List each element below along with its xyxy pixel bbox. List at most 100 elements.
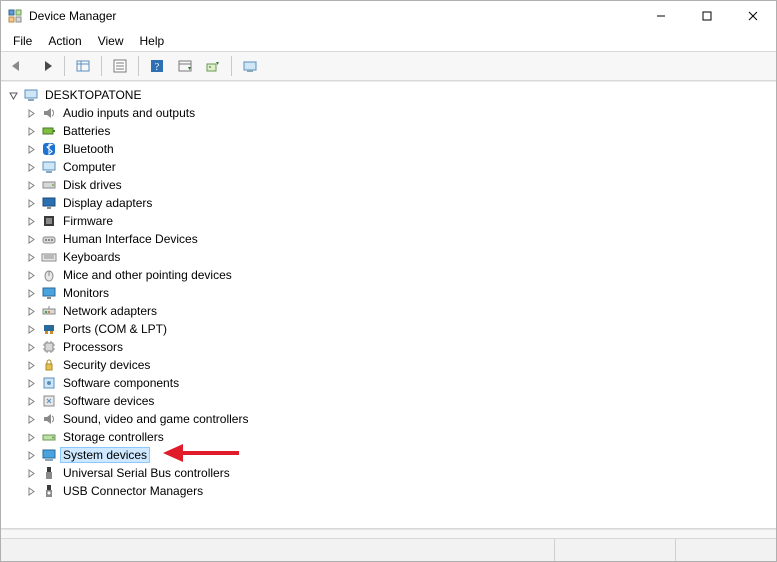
- disk-icon: [41, 177, 57, 193]
- menu-file[interactable]: File: [5, 32, 40, 50]
- expand-icon[interactable]: [25, 107, 37, 119]
- expand-icon[interactable]: [25, 449, 37, 461]
- device-tree: DESKTOPATONE Audio inputs and outputsBat…: [1, 84, 776, 502]
- tree-item[interactable]: Computer: [5, 158, 772, 176]
- expand-icon[interactable]: [25, 413, 37, 425]
- expand-icon[interactable]: [25, 179, 37, 191]
- softdev-icon: [41, 393, 57, 409]
- status-cell: [675, 539, 776, 561]
- scan-hardware-button[interactable]: [237, 53, 263, 79]
- tree-item-label: Processors: [61, 340, 125, 354]
- expand-icon[interactable]: [25, 197, 37, 209]
- help-button[interactable]: ?: [144, 53, 170, 79]
- toolbar-separator: [138, 56, 139, 76]
- monitor-icon: [41, 285, 57, 301]
- tree-item-label: Security devices: [61, 358, 152, 372]
- toolbar: ?: [1, 51, 776, 81]
- tree-item[interactable]: USB Connector Managers: [5, 482, 772, 500]
- security-icon: [41, 357, 57, 373]
- tree-item-label: Network adapters: [61, 304, 159, 318]
- expand-icon[interactable]: [25, 143, 37, 155]
- device-tree-pane[interactable]: DESKTOPATONE Audio inputs and outputsBat…: [1, 81, 776, 529]
- tree-item-label: System devices: [61, 448, 149, 462]
- status-bar: [1, 538, 776, 561]
- tree-item[interactable]: System devices: [5, 446, 772, 464]
- title-bar: Device Manager: [1, 1, 776, 31]
- computer-root-icon: [23, 87, 39, 103]
- usbconn-icon: [41, 483, 57, 499]
- collapse-icon[interactable]: [7, 89, 19, 101]
- expand-icon[interactable]: [25, 233, 37, 245]
- tree-item[interactable]: Software components: [5, 374, 772, 392]
- back-button[interactable]: [5, 53, 31, 79]
- usb-icon: [41, 465, 57, 481]
- tree-item-label: Storage controllers: [61, 430, 166, 444]
- tree-item[interactable]: Bluetooth: [5, 140, 772, 158]
- expand-icon[interactable]: [25, 431, 37, 443]
- tree-item[interactable]: Batteries: [5, 122, 772, 140]
- expand-icon[interactable]: [25, 125, 37, 137]
- tree-item[interactable]: Software devices: [5, 392, 772, 410]
- display-icon: [41, 195, 57, 211]
- tree-root-row[interactable]: DESKTOPATONE: [5, 86, 772, 104]
- tree-item[interactable]: Human Interface Devices: [5, 230, 772, 248]
- svg-text:?: ?: [155, 62, 160, 73]
- tree-item[interactable]: Firmware: [5, 212, 772, 230]
- tree-item-label: Firmware: [61, 214, 115, 228]
- toolbar-separator: [64, 56, 65, 76]
- network-icon: [41, 303, 57, 319]
- tree-item-label: Bluetooth: [61, 142, 116, 156]
- tree-item[interactable]: Processors: [5, 338, 772, 356]
- expand-icon[interactable]: [25, 215, 37, 227]
- close-button[interactable]: [730, 1, 776, 31]
- expand-icon[interactable]: [25, 161, 37, 173]
- update-driver-button[interactable]: [200, 53, 226, 79]
- tree-item-label: Universal Serial Bus controllers: [61, 466, 232, 480]
- cpu-icon: [41, 339, 57, 355]
- forward-button[interactable]: [33, 53, 59, 79]
- menu-view[interactable]: View: [90, 32, 132, 50]
- expand-icon[interactable]: [25, 287, 37, 299]
- maximize-button[interactable]: [684, 1, 730, 31]
- tree-item-label: Sound, video and game controllers: [61, 412, 250, 426]
- tree-item-label: Software devices: [61, 394, 156, 408]
- firmware-icon: [41, 213, 57, 229]
- expand-icon[interactable]: [25, 251, 37, 263]
- tree-item-label: Ports (COM & LPT): [61, 322, 169, 336]
- tree-item[interactable]: Disk drives: [5, 176, 772, 194]
- expand-icon[interactable]: [25, 467, 37, 479]
- tree-item[interactable]: Display adapters: [5, 194, 772, 212]
- tree-item-label: Human Interface Devices: [61, 232, 200, 246]
- tree-item[interactable]: Ports (COM & LPT): [5, 320, 772, 338]
- tree-item[interactable]: Sound, video and game controllers: [5, 410, 772, 428]
- action-button[interactable]: [172, 53, 198, 79]
- tree-item[interactable]: Network adapters: [5, 302, 772, 320]
- tree-item[interactable]: Universal Serial Bus controllers: [5, 464, 772, 482]
- expand-icon[interactable]: [25, 359, 37, 371]
- tree-item[interactable]: Storage controllers: [5, 428, 772, 446]
- expand-icon[interactable]: [25, 269, 37, 281]
- minimize-button[interactable]: [638, 1, 684, 31]
- expand-icon[interactable]: [25, 377, 37, 389]
- tree-item[interactable]: Security devices: [5, 356, 772, 374]
- expand-icon[interactable]: [25, 323, 37, 335]
- tree-item[interactable]: Keyboards: [5, 248, 772, 266]
- properties-button[interactable]: [107, 53, 133, 79]
- menu-help[interactable]: Help: [132, 32, 173, 50]
- keyboard-icon: [41, 249, 57, 265]
- expand-icon[interactable]: [25, 341, 37, 353]
- tree-item[interactable]: Monitors: [5, 284, 772, 302]
- tree-root-label: DESKTOPATONE: [43, 88, 143, 102]
- expand-icon[interactable]: [25, 485, 37, 497]
- storage-icon: [41, 429, 57, 445]
- expand-icon[interactable]: [25, 395, 37, 407]
- tree-item[interactable]: Audio inputs and outputs: [5, 104, 772, 122]
- show-hide-tree-button[interactable]: [70, 53, 96, 79]
- softcomp-icon: [41, 375, 57, 391]
- sound-icon: [41, 411, 57, 427]
- expand-icon[interactable]: [25, 305, 37, 317]
- tree-item-label: Monitors: [61, 286, 111, 300]
- menu-action[interactable]: Action: [40, 32, 89, 50]
- tree-item[interactable]: Mice and other pointing devices: [5, 266, 772, 284]
- app-icon: [7, 8, 23, 24]
